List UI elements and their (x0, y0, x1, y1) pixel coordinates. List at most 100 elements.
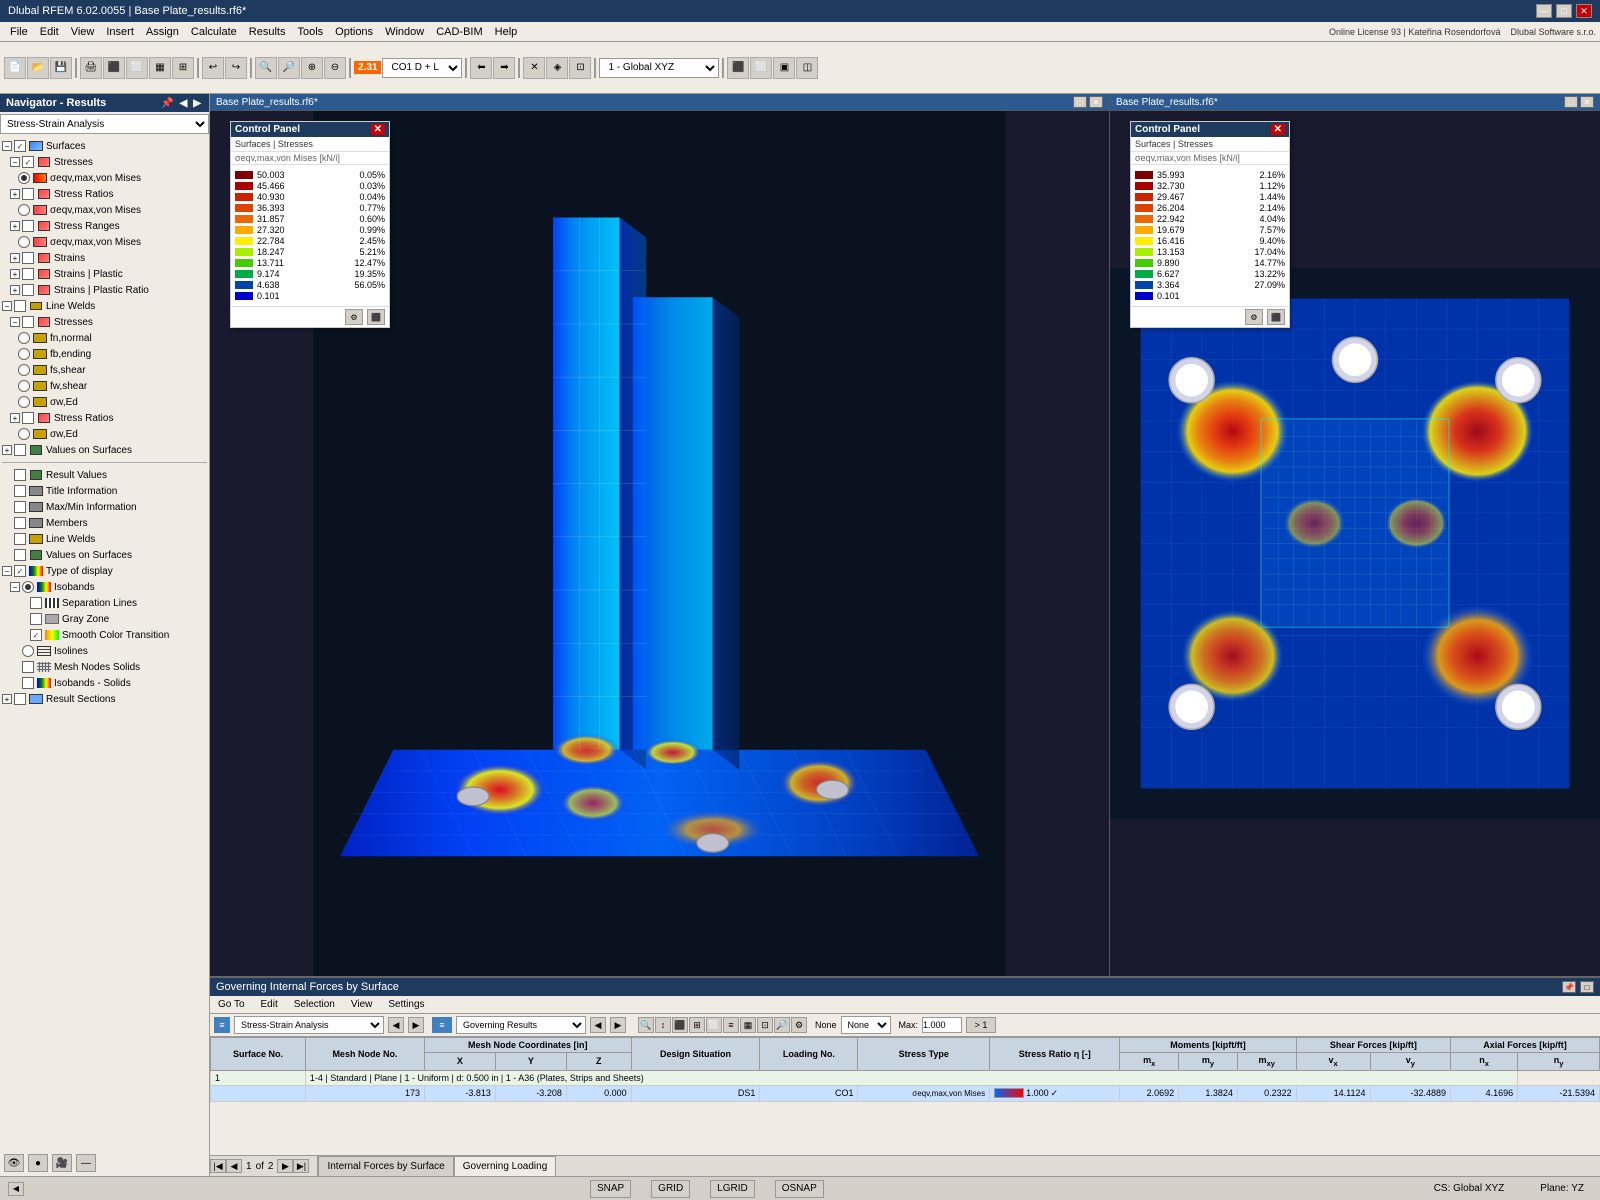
check-strains[interactable] (22, 252, 34, 264)
tree-sigma-eqv-range[interactable]: σeqv,max,von Mises (2, 234, 207, 250)
rt-btn-7[interactable]: ▦ (740, 1017, 756, 1033)
right-viewport-canvas[interactable]: Control Panel ✕ Surfaces | Stresses σeqv… (1110, 111, 1600, 976)
tree-isobands-solids[interactable]: + Isobands - Solids (2, 675, 207, 691)
tree-sigma-w-ed-ratio[interactable]: σw,Ed (2, 426, 207, 442)
tb-btn-16[interactable]: ⬜ (750, 57, 772, 79)
results-selection[interactable]: Selection (290, 998, 339, 1011)
tab-governing-loading[interactable]: Governing Loading (454, 1156, 557, 1176)
nav-next-button[interactable]: ▶ (191, 98, 203, 109)
analysis-next-btn[interactable]: ▶ (408, 1017, 424, 1033)
maximize-button[interactable]: □ (1556, 4, 1572, 18)
tree-type-display[interactable]: − Type of display (2, 563, 207, 579)
results-expand-button[interactable]: □ (1580, 981, 1594, 993)
none-combo[interactable]: None (841, 1016, 891, 1034)
rt-btn-10[interactable]: ⚙ (791, 1017, 807, 1033)
check-gray-zone[interactable] (30, 613, 42, 625)
left-viewport-canvas[interactable]: Control Panel ✕ Surfaces | Stresses σeqv… (210, 111, 1109, 976)
radio-fn-normal[interactable] (18, 332, 30, 344)
rt-btn-1[interactable]: 🔍 (638, 1017, 654, 1033)
expand-lw-stresses[interactable]: − (10, 317, 20, 327)
tree-lw-stresses[interactable]: − Stresses (2, 314, 207, 330)
results-settings[interactable]: Settings (384, 998, 428, 1011)
radio-sigma-w-ed-ratio[interactable] (18, 428, 30, 440)
check-lw-stresses[interactable] (22, 316, 34, 328)
check-strains-plastic-ratio[interactable] (22, 284, 34, 296)
redo-button[interactable]: ↪ (225, 57, 247, 79)
nav-icon-2[interactable]: ● (28, 1154, 48, 1172)
tree-result-sections[interactable]: + Result Sections (2, 691, 207, 707)
tree-sigma-w-ed[interactable]: σw,Ed (2, 394, 207, 410)
axis-combo-select[interactable]: 1 - Global XYZ (599, 58, 719, 78)
snap-button[interactable]: SNAP (590, 1180, 631, 1198)
tb-btn-10[interactable]: ⬅ (470, 57, 492, 79)
menu-help[interactable]: Help (489, 25, 524, 39)
check-stress-ratios[interactable] (22, 188, 34, 200)
nav-pin-button[interactable]: 📌 (159, 98, 175, 109)
left-cp-expand-btn[interactable]: ⬛ (367, 309, 385, 325)
nav-icon-4[interactable]: — (76, 1154, 96, 1172)
check-mesh-nodes-solids[interactable] (22, 661, 34, 673)
menu-calculate[interactable]: Calculate (185, 25, 243, 39)
save-button[interactable]: 💾 (50, 57, 72, 79)
tree-fb-ending[interactable]: fb,ending (2, 346, 207, 362)
radio-isolines[interactable] (22, 645, 34, 657)
tb-btn-11[interactable]: ➡ (493, 57, 515, 79)
right-cp-expand-btn[interactable]: ⬛ (1267, 309, 1285, 325)
rt-btn-5[interactable]: ⬜ (706, 1017, 722, 1033)
max-input[interactable] (922, 1017, 962, 1033)
page-prev-btn[interactable]: ◀ (226, 1159, 242, 1173)
minimize-button[interactable]: — (1536, 4, 1552, 18)
check-values-surfaces[interactable] (14, 444, 26, 456)
right-cp-close[interactable]: ✕ (1271, 124, 1285, 135)
results-pin-button[interactable]: 📌 (1562, 981, 1576, 993)
check-maxmin[interactable] (14, 501, 26, 513)
left-cp-settings-btn[interactable]: ⚙ (345, 309, 363, 325)
nav-icon-1[interactable]: 👁 (4, 1154, 24, 1172)
check-type-display[interactable] (14, 565, 26, 577)
load-combo-select[interactable]: CO1 D + L (382, 58, 462, 78)
tree-isolines[interactable]: + Isolines (2, 643, 207, 659)
menu-window[interactable]: Window (379, 25, 430, 39)
analysis-prev-btn[interactable]: ◀ (388, 1017, 404, 1033)
right-close-button[interactable]: ✕ (1580, 96, 1594, 108)
check-surfaces[interactable] (14, 140, 26, 152)
check-line-welds[interactable] (14, 300, 26, 312)
expand-strains-plastic[interactable]: + (10, 269, 20, 279)
tb-btn-14[interactable]: ⊡ (569, 57, 591, 79)
radio-sigma-eqv[interactable] (18, 172, 30, 184)
tree-isobands[interactable]: − Isobands (2, 579, 207, 595)
expand-surfaces[interactable]: − (2, 141, 12, 151)
expand-line-welds[interactable]: − (2, 301, 12, 311)
check-separation-lines[interactable] (30, 597, 42, 609)
right-cp-settings-btn[interactable]: ⚙ (1245, 309, 1263, 325)
tree-values-surfaces-bottom[interactable]: + Values on Surfaces (2, 547, 207, 563)
governing-prev-btn[interactable]: ◀ (590, 1017, 606, 1033)
check-stress-ranges[interactable] (22, 220, 34, 232)
tree-line-welds-bottom[interactable]: + Line Welds (2, 531, 207, 547)
governing-next-btn[interactable]: ▶ (610, 1017, 626, 1033)
check-smooth-color[interactable] (30, 629, 42, 641)
expand-type-display[interactable]: − (2, 566, 12, 576)
expand-stress-ranges[interactable]: + (10, 221, 20, 231)
expand-stress-ratios[interactable]: + (10, 189, 20, 199)
tb-btn-18[interactable]: ◫ (796, 57, 818, 79)
results-edit[interactable]: Edit (257, 998, 282, 1011)
tree-title-information[interactable]: + Title Information (2, 483, 207, 499)
check-strains-plastic[interactable] (22, 268, 34, 280)
analysis-type-combo[interactable]: Stress-Strain Analysis (234, 1016, 384, 1034)
governing-combo[interactable]: Governing Results (456, 1016, 586, 1034)
rt-btn-2[interactable]: ↕ (655, 1017, 671, 1033)
rt-btn-8[interactable]: ⊡ (757, 1017, 773, 1033)
expand-strains[interactable]: + (10, 253, 20, 263)
expand-strains-plastic-ratio[interactable]: + (10, 285, 20, 295)
tree-separation-lines[interactable]: + Separation Lines (2, 595, 207, 611)
grid-button[interactable]: GRID (651, 1180, 690, 1198)
check-vs-bottom[interactable] (14, 549, 26, 561)
lgrid-button[interactable]: LGRID (710, 1180, 755, 1198)
page-last-btn[interactable]: ▶| (293, 1159, 309, 1173)
left-restore-button[interactable]: □ (1073, 96, 1087, 108)
tb-btn-17[interactable]: ▣ (773, 57, 795, 79)
tb-btn-2[interactable]: ⬛ (103, 57, 125, 79)
tree-mesh-nodes-solids[interactable]: + Mesh Nodes Solids (2, 659, 207, 675)
tb-btn-7[interactable]: 🔎 (278, 57, 300, 79)
